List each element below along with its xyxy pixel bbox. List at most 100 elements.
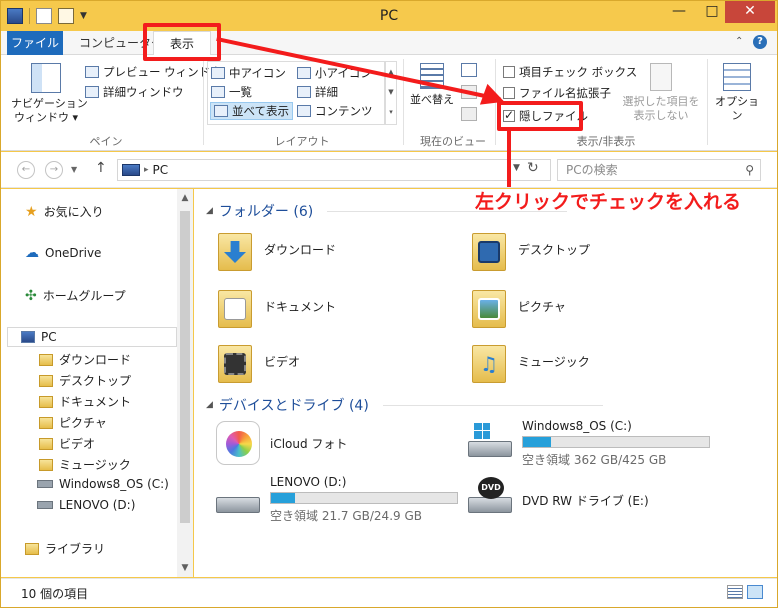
drive-icloud-photos[interactable]: iCloud フォト [216,421,347,465]
folder-label: ダウンロード [264,242,337,257]
close-button[interactable]: ✕ [725,1,775,23]
drive-label: iCloud フォト [270,436,348,451]
hide-selected-button[interactable]: 選択した項目を 表示しない [619,63,703,123]
pc-icon [21,331,35,343]
explorer-window: ▼ PC — □ ✕ ファイル コンピューター 表示 ⌃ ? ナビゲーション ウ… [0,0,778,608]
nav-desktop[interactable]: デスクトップ [39,372,131,389]
drive-dvd[interactable]: DVD DVD RW ドライブ (E:) [468,477,649,515]
layout-scroll[interactable]: ▲ ▼ ▾ [385,61,397,125]
nav-homegroup[interactable]: ✣ ホームグループ [25,287,126,304]
group-by-icon[interactable] [461,63,477,77]
layout-tiles-selected[interactable]: 並べて表示 [210,102,294,120]
sort-by-label: 並べ替え [410,93,454,106]
recent-locations-chevron-icon[interactable]: ▼ [71,165,77,174]
nav-favorites[interactable]: ★ お気に入り [25,203,104,220]
drive-usage-bar [270,492,458,504]
group-label-pane: ペイン [89,135,123,148]
folder-music[interactable]: ♫ ミュージック [470,339,590,383]
forward-button[interactable]: → [45,161,63,179]
drive-label: DVD RW ドライブ (E:) [522,493,649,508]
small-icons-icon [297,67,311,79]
nav-label: デスクトップ [59,374,132,388]
drive-usage-fill [523,437,551,447]
nav-documents[interactable]: ドキュメント [39,393,131,410]
nav-pc[interactable]: PC [21,330,57,344]
tab-file[interactable]: ファイル [7,31,63,55]
folder-videos[interactable]: ビデオ [216,339,300,383]
nav-label: ミュージック [59,458,131,472]
folder-pictures[interactable]: ピクチャ [470,284,566,328]
status-bar: 10 個の項目 [1,578,777,607]
layout-list[interactable]: 一覧 [211,83,252,101]
item-checkbox-option[interactable]: 項目チェック ボックス [503,63,637,81]
layout-item-label: 一覧 [229,85,252,99]
nav-label: OneDrive [45,246,102,260]
nav-label: LENOVO (D:) [59,498,136,512]
star-icon: ★ [25,203,38,220]
nav-pictures[interactable]: ピクチャ [39,414,107,431]
nav-label: ホームグループ [42,289,126,303]
options-button[interactable]: オプション [711,63,763,123]
videos-folder-icon [216,339,254,383]
chevron-down-icon[interactable]: ▼ [177,563,193,573]
pictures-folder-icon [39,416,53,429]
folder-documents[interactable]: ドキュメント [216,284,336,328]
nav-videos[interactable]: ビデオ [39,435,95,452]
size-columns-icon[interactable] [461,107,477,121]
drive-usage-fill [271,493,296,503]
maximize-button[interactable]: □ [698,1,726,23]
layout-medium-icons[interactable]: 中アイコン [211,64,286,82]
navigation-pane-button[interactable]: ナビゲーション ウィンドウ ▾ [11,63,88,125]
file-extension-option[interactable]: ファイル名拡張子 [503,84,611,102]
nav-label: ビデオ [59,437,96,451]
drive-d[interactable]: LENOVO (D:) 空き領域 21.7 GB/24.9 GB [216,475,458,524]
folder-label: ビデオ [264,354,301,369]
address-row: ← → ▼ ↑ ▸ PC ▼ ↻ PCの検索 ⚲ [1,152,777,188]
nav-onedrive[interactable]: ☁ OneDrive [25,245,101,261]
search-input[interactable]: PCの検索 ⚲ [557,159,761,181]
help-icon[interactable]: ? [753,35,767,49]
group-label-layout: レイアウト [274,135,330,148]
chevron-down-icon[interactable]: ▼ [386,82,396,102]
content-pane: ◢ フォルダー (6) ダウンロード デスクトップ ドキュメント ピクチャ ビデ… [194,189,777,577]
group-label-current-view: 現在のビュー [420,135,486,148]
item-checkbox-toggle[interactable] [503,66,515,78]
nav-drive-d[interactable]: LENOVO (D:) [37,498,135,512]
preview-pane-button[interactable]: プレビュー ウィンドウ [85,63,222,81]
icloud-photos-icon [216,421,260,465]
folder-label: ドキュメント [264,299,337,314]
hard-drive-icon [216,485,260,515]
expand-icon[interactable]: ▾ [386,102,396,122]
group-label-show-hide: 表示/非表示 [576,135,636,148]
pictures-folder-icon [470,284,508,328]
nav-downloads[interactable]: ダウンロード [39,351,131,368]
divider [403,59,404,145]
scrollbar-thumb[interactable] [180,211,190,523]
layout-item-label: 並べて表示 [232,104,290,118]
nav-drive-c[interactable]: Windows8_OS (C:) [37,477,169,491]
layout-content[interactable]: コンテンツ [297,102,373,120]
chevron-up-icon[interactable]: ▲ [177,193,193,203]
folder-downloads[interactable]: ダウンロード [216,227,336,271]
options-label: オプション [715,95,759,122]
drive-free-space: 空き領域 362 GB/425 GB [522,453,667,467]
folder-desktop[interactable]: デスクトップ [470,227,590,271]
up-arrow-icon[interactable]: ↑ [95,160,107,176]
layout-details[interactable]: 詳細 [297,83,338,101]
details-pane-button[interactable]: 詳細ウィンドウ [85,83,184,101]
nav-music[interactable]: ミュージック [39,456,131,473]
address-bar[interactable]: ▸ PC [117,159,551,181]
minimize-button[interactable]: — [665,1,693,23]
nav-scrollbar[interactable]: ▲ ▼ [177,189,193,577]
preview-pane-icon [85,66,99,78]
title-bar: ▼ PC — □ ✕ [1,1,777,31]
refresh-icon[interactable]: ↻ [527,160,539,176]
nav-libraries[interactable]: ライブラリ [25,540,105,557]
drive-c[interactable]: Windows8_OS (C:) 空き領域 362 GB/425 GB [468,419,710,468]
collapse-ribbon-icon[interactable]: ⌃ [735,36,743,47]
drives-group-header[interactable]: ◢ デバイスとドライブ (4) [206,395,603,415]
large-icons-view-icon[interactable] [747,585,763,599]
address-history-chevron-icon[interactable]: ▼ [513,163,520,173]
details-view-icon[interactable] [727,585,743,599]
back-button[interactable]: ← [17,161,35,179]
